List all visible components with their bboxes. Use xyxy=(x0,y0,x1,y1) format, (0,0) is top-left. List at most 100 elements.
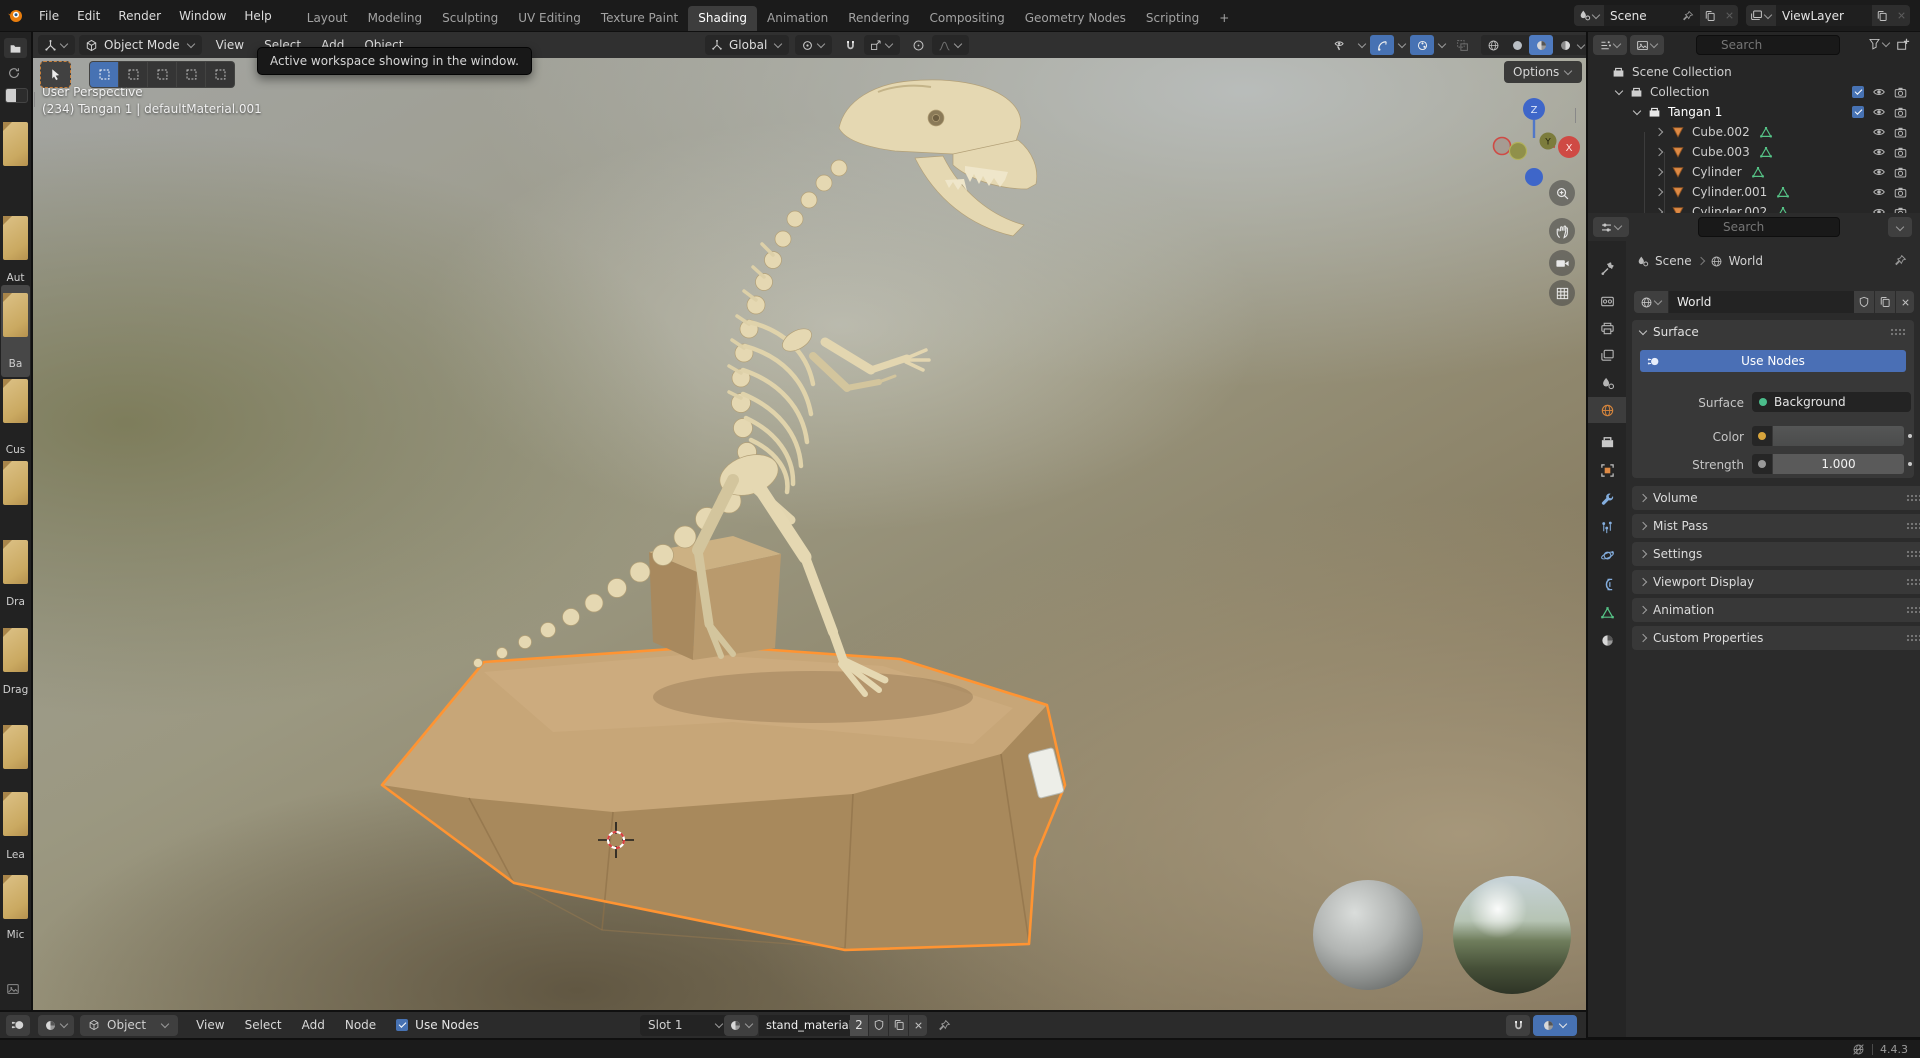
shader-menu-node[interactable]: Node xyxy=(335,1018,386,1032)
menu-render[interactable]: Render xyxy=(109,9,170,23)
file-thumbnail[interactable] xyxy=(3,875,28,919)
shader-menu-select[interactable]: Select xyxy=(235,1018,292,1032)
tab-rendering[interactable]: Rendering xyxy=(838,6,919,31)
transform-orientation-dropdown[interactable]: Global xyxy=(705,35,789,55)
surface-value-dropdown[interactable]: Background xyxy=(1752,392,1911,412)
scene-unlink-button[interactable] xyxy=(1720,5,1738,26)
select-intersect-button[interactable] xyxy=(206,62,234,87)
pin-icon[interactable] xyxy=(938,1019,951,1032)
viewport-menu-view[interactable]: View xyxy=(206,38,254,52)
tab-compositing[interactable]: Compositing xyxy=(919,6,1014,31)
select-box-new-button[interactable] xyxy=(90,62,118,87)
ptab-constraints[interactable] xyxy=(1588,571,1626,597)
tab-scripting[interactable]: Scripting xyxy=(1136,6,1209,31)
ptab-scene[interactable] xyxy=(1588,370,1626,396)
navigation-gizmo[interactable]: Y X Z xyxy=(1483,92,1583,192)
overlays-toggle[interactable] xyxy=(1410,35,1434,55)
select-extend-button[interactable] xyxy=(119,62,147,87)
material-users-badge[interactable]: 2 xyxy=(850,1015,868,1036)
shading-rendered-button[interactable] xyxy=(1553,35,1577,55)
menu-window[interactable]: Window xyxy=(170,9,235,23)
ptab-collection[interactable] xyxy=(1588,429,1626,455)
file-thumbnail[interactable] xyxy=(3,628,28,672)
strength-slider[interactable]: 1.000 xyxy=(1773,454,1904,474)
refresh-icon[interactable] xyxy=(7,66,21,80)
viewlayer-browse-button[interactable] xyxy=(1746,5,1776,26)
scene-name-field[interactable]: Scene xyxy=(1604,5,1700,26)
outliner-filter-button[interactable] xyxy=(1868,37,1891,50)
file-thumbnail[interactable] xyxy=(3,216,28,260)
camera-icon[interactable] xyxy=(1894,186,1907,199)
ptab-tool[interactable] xyxy=(1588,255,1626,281)
volume-panel-header[interactable]: Volume xyxy=(1632,486,1920,510)
properties-editor-type-button[interactable] xyxy=(1593,217,1629,237)
snap-target-dropdown[interactable] xyxy=(864,35,900,55)
outliner-row-cube002[interactable]: Cube.002 xyxy=(1588,122,1920,142)
material-name-field[interactable]: stand_material xyxy=(759,1015,863,1036)
menu-edit[interactable]: Edit xyxy=(68,9,109,23)
eye-icon[interactable] xyxy=(1872,125,1886,139)
viewlayer-copy-button[interactable] xyxy=(1872,5,1892,26)
toolbar-expand-arrow[interactable] xyxy=(34,92,35,106)
breadcrumb-world[interactable]: World xyxy=(1729,254,1763,268)
snap-toggle[interactable] xyxy=(838,35,862,55)
eye-icon[interactable] xyxy=(1872,85,1886,99)
world-copy-button[interactable] xyxy=(1875,291,1895,313)
outliner-row-cylinder001[interactable]: Cylinder.001 xyxy=(1588,182,1920,202)
camera-icon[interactable] xyxy=(1894,86,1907,99)
add-workspace-button[interactable]: + xyxy=(1209,6,1239,31)
ptab-particles[interactable] xyxy=(1588,514,1626,540)
shading-material-button[interactable] xyxy=(1529,35,1553,55)
surface-panel-header[interactable]: Surface xyxy=(1632,320,1914,344)
pin-icon[interactable] xyxy=(1894,254,1907,267)
material-fake-user-button[interactable] xyxy=(869,1015,888,1036)
outliner-row-tangan1[interactable]: Tangan 1 xyxy=(1588,102,1920,122)
ptab-view-layer[interactable] xyxy=(1588,342,1626,368)
outliner-row-collection[interactable]: Collection xyxy=(1588,82,1920,102)
tab-uv-editing[interactable]: UV Editing xyxy=(508,6,591,31)
camera-icon[interactable] xyxy=(1894,126,1907,139)
editor-type-button[interactable] xyxy=(38,35,75,55)
properties-options-button[interactable] xyxy=(1888,217,1912,237)
world-unlink-button[interactable] xyxy=(1896,291,1914,313)
camera-icon[interactable] xyxy=(1894,206,1907,214)
sidebar-expand-arrow[interactable] xyxy=(1575,108,1576,122)
material-unlink-button[interactable] xyxy=(909,1015,927,1036)
shader-target-dropdown[interactable]: Object xyxy=(80,1015,178,1036)
color-swatch[interactable] xyxy=(1773,426,1904,446)
material-browse-button[interactable] xyxy=(724,1015,758,1036)
ptab-output[interactable] xyxy=(1588,315,1626,341)
file-thumbnail[interactable] xyxy=(3,122,28,166)
shading-solid-button[interactable] xyxy=(1505,35,1529,55)
xray-toggle[interactable] xyxy=(1450,35,1474,55)
outliner-row-cube003[interactable]: Cube.003 xyxy=(1588,142,1920,162)
file-browser-editor-button[interactable] xyxy=(4,38,27,58)
menu-file[interactable]: File xyxy=(30,9,68,23)
select-subtract-button[interactable] xyxy=(148,62,176,87)
disclosure-icon[interactable] xyxy=(1655,168,1663,176)
keyframe-decorator[interactable] xyxy=(1908,434,1912,438)
disclosure-icon[interactable] xyxy=(1615,87,1623,95)
keyframe-decorator[interactable] xyxy=(1908,462,1912,466)
camera-icon[interactable] xyxy=(1894,106,1907,119)
strength-socket[interactable] xyxy=(1752,454,1772,474)
preview-shading-button[interactable] xyxy=(1533,1015,1577,1036)
ptab-physics[interactable] xyxy=(1588,542,1626,568)
panel-drag-handle[interactable] xyxy=(1890,328,1906,336)
camera-icon[interactable] xyxy=(1894,166,1907,179)
viewlayer-unlink-button[interactable] xyxy=(1892,5,1910,26)
node-snap-toggle[interactable] xyxy=(1506,1015,1530,1036)
tab-geometry-nodes[interactable]: Geometry Nodes xyxy=(1015,6,1136,31)
mode-dropdown[interactable]: Object Mode xyxy=(79,35,202,55)
custom-properties-panel-header[interactable]: Custom Properties xyxy=(1632,626,1920,650)
ptab-object[interactable] xyxy=(1588,457,1626,483)
outliner-filter-mode-button[interactable] xyxy=(1630,35,1664,55)
shader-ball-dropdown[interactable] xyxy=(38,1015,74,1036)
viewport-display-panel-header[interactable]: Viewport Display xyxy=(1632,570,1920,594)
file-thumbnail[interactable] xyxy=(3,379,28,423)
select-invert-button[interactable] xyxy=(177,62,205,87)
ptab-object-data[interactable] xyxy=(1588,599,1626,625)
file-thumbnail[interactable] xyxy=(3,293,28,337)
new-collection-button[interactable] xyxy=(1896,37,1910,51)
shader-menu-add[interactable]: Add xyxy=(292,1018,335,1032)
